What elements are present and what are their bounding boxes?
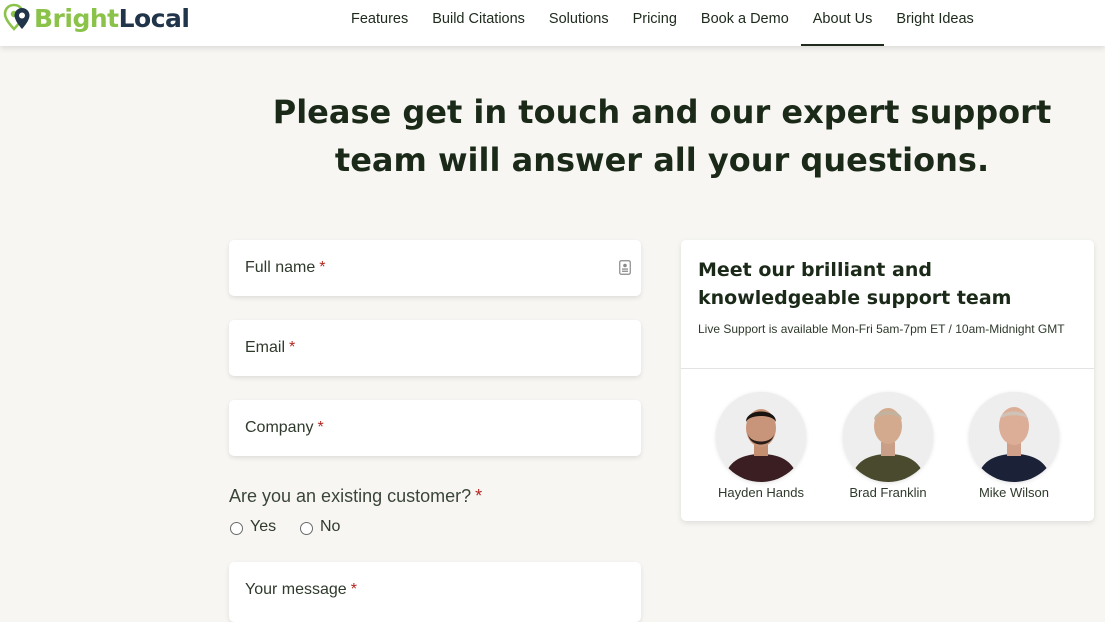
nav-features[interactable]: Features [339, 0, 420, 46]
person-photo-icon [843, 392, 933, 482]
headline-line-2: team will answer all your questions. [334, 141, 990, 179]
nav-build-citations[interactable]: Build Citations [420, 0, 537, 46]
company-label-text: Company [245, 419, 314, 436]
team-member: Brad Franklin [823, 392, 953, 500]
message-label-text: Your message [245, 581, 347, 598]
nav-solutions[interactable]: Solutions [537, 0, 621, 46]
nav-bright-ideas[interactable]: Bright Ideas [884, 0, 985, 46]
required-asterisk: * [350, 581, 357, 598]
site-header: BrightLocal Features Build Citations Sol… [0, 0, 1105, 46]
support-hours: Live Support is available Mon-Fri 5am-7p… [698, 322, 1065, 336]
radio-button-yes[interactable] [230, 522, 243, 535]
team-member: Hayden Hands [696, 392, 826, 500]
avatar [716, 392, 806, 482]
required-asterisk: * [289, 339, 296, 356]
required-asterisk: * [317, 419, 324, 436]
team-member-name: Brad Franklin [849, 485, 927, 500]
support-team-card: Meet our brilliant and knowledgeable sup… [681, 240, 1094, 521]
radio-button-no[interactable] [300, 522, 313, 535]
headline-line-1: Please get in touch and our expert suppo… [272, 93, 1052, 131]
full-name-label-text: Full name [245, 259, 316, 276]
nav-about-us[interactable]: About Us [800, 0, 885, 46]
page-headline: Please get in touch and our expert suppo… [262, 88, 1062, 184]
nav-pricing[interactable]: Pricing [621, 0, 689, 46]
required-asterisk: * [319, 259, 326, 276]
company-field[interactable]: Company * [229, 400, 641, 456]
nav-book-a-demo[interactable]: Book a Demo [689, 0, 801, 46]
person-photo-icon [969, 392, 1059, 482]
team-member-name: Mike Wilson [978, 485, 1050, 500]
avatar [969, 392, 1059, 482]
radio-option-yes[interactable]: Yes [230, 518, 276, 536]
radio-label-yes: Yes [250, 518, 277, 535]
full-name-field[interactable]: Full name * [229, 240, 641, 296]
logo-word-bright: Bright [34, 4, 119, 33]
full-name-label: Full name * [245, 259, 325, 277]
company-label: Company * [245, 419, 324, 437]
radio-label-no: No [320, 518, 341, 535]
team-member-name: Hayden Hands [718, 485, 804, 500]
support-title: Meet our brilliant and knowledgeable sup… [698, 259, 1012, 309]
email-label: Email * [245, 339, 295, 357]
existing-customer-question: Are you an existing customer? * [229, 486, 482, 507]
divider [681, 368, 1094, 369]
avatar [843, 392, 933, 482]
brightlocal-logo[interactable]: BrightLocal [3, 3, 190, 35]
required-asterisk: * [475, 486, 483, 506]
logo-word-local: Local [118, 4, 190, 33]
message-field[interactable]: Your message * [229, 562, 641, 622]
existing-customer-question-text: Are you an existing customer? [229, 486, 472, 506]
person-photo-icon [716, 392, 806, 482]
message-label: Your message * [245, 581, 357, 599]
main-nav: Features Build Citations Solutions Prici… [339, 0, 986, 46]
contact-card-icon[interactable] [619, 260, 631, 275]
team-member: Mike Wilson [949, 392, 1079, 500]
map-pin-logo-icon [3, 3, 30, 31]
radio-option-no[interactable]: No [300, 518, 340, 536]
logo-wordmark: BrightLocal [34, 3, 190, 35]
email-field[interactable]: Email * [229, 320, 641, 376]
email-label-text: Email [245, 339, 286, 356]
